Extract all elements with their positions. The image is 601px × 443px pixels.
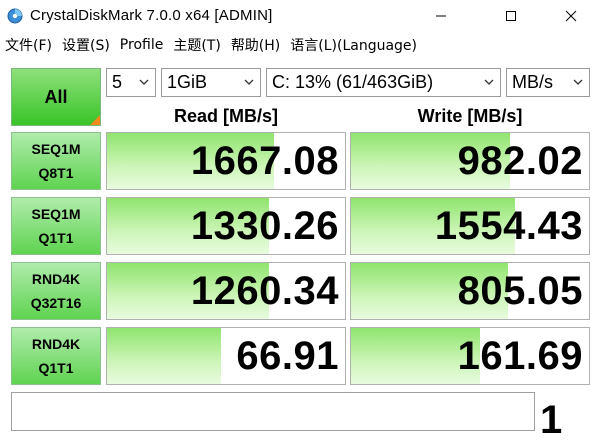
- read-result-rnd4k-q1t1: 66.91: [106, 327, 346, 385]
- test-button-seq1m-q8t1[interactable]: SEQ1M Q8T1: [11, 132, 101, 190]
- write-value: 982.02: [457, 139, 583, 183]
- test-params: Q1T1: [38, 360, 74, 376]
- write-result-rnd4k-q32t16: 805.05: [350, 262, 590, 320]
- benchmark-panel: All 5 1GiB C: 13% (61/463GiB) MB/s Read …: [0, 58, 601, 442]
- menu-file[interactable]: 文件(F): [0, 35, 57, 55]
- comment-input[interactable]: [11, 392, 535, 431]
- test-button-seq1m-q1t1[interactable]: SEQ1M Q1T1: [11, 197, 101, 255]
- maximize-button[interactable]: [488, 0, 534, 32]
- unit-value: MB/s: [512, 72, 554, 92]
- drive-value: C: 13% (61/463GiB): [272, 72, 434, 92]
- test-name: RND4K: [31, 271, 81, 287]
- menu-help[interactable]: 帮助(H): [226, 35, 285, 55]
- read-value: 1667.08: [190, 139, 339, 183]
- read-bar: [107, 328, 222, 384]
- read-result-rnd4k-q32t16: 1260.34: [106, 262, 346, 320]
- read-value: 1330.26: [190, 204, 339, 248]
- test-params: Q32T16: [30, 295, 82, 311]
- menu-bar: 文件(F) 设置(S) Profile 主题(T) 帮助(H) 语言(L)(La…: [0, 33, 601, 57]
- test-params: Q8T1: [38, 165, 74, 181]
- unit-select[interactable]: MB/s: [506, 68, 590, 97]
- window-title: CrystalDiskMark 7.0.0 x64 [ADMIN]: [30, 7, 273, 24]
- test-name: SEQ1M: [31, 141, 81, 157]
- close-icon: [565, 10, 577, 22]
- read-value: 1260.34: [190, 269, 339, 313]
- write-header: Write [MB/s]: [417, 106, 523, 126]
- read-value: 66.91: [236, 334, 339, 378]
- chevron-down-icon: [573, 79, 583, 85]
- menu-settings[interactable]: 设置(S): [57, 35, 115, 55]
- write-value: 161.69: [457, 334, 583, 378]
- test-name: SEQ1M: [31, 206, 81, 222]
- chevron-down-icon: [139, 79, 149, 85]
- write-result-seq1m-q1t1: 1554.43: [350, 197, 590, 255]
- test-button-rnd4k-q1t1[interactable]: RND4K Q1T1: [11, 327, 101, 385]
- test-button-rnd4k-q32t16[interactable]: RND4K Q32T16: [11, 262, 101, 320]
- corner-marker-icon: [90, 115, 100, 125]
- all-button[interactable]: All: [11, 68, 101, 126]
- close-button[interactable]: [548, 0, 594, 32]
- test-count-select[interactable]: 5: [106, 68, 156, 97]
- test-size-value: 1GiB: [167, 72, 208, 92]
- write-result-rnd4k-q1t1: 161.69: [350, 327, 590, 385]
- all-button-label: All: [44, 86, 68, 107]
- chevron-down-icon: [484, 79, 494, 85]
- write-result-seq1m-q8t1: 982.02: [350, 132, 590, 190]
- minimize-icon: [436, 15, 446, 17]
- write-value: 805.05: [457, 269, 583, 313]
- app-disk-icon: [7, 8, 23, 24]
- chevron-down-icon: [244, 79, 254, 85]
- menu-profile[interactable]: Profile: [115, 37, 169, 53]
- test-name: RND4K: [31, 336, 81, 352]
- partial-digit: 1: [540, 398, 563, 442]
- read-result-seq1m-q8t1: 1667.08: [106, 132, 346, 190]
- title-bar: CrystalDiskMark 7.0.0 x64 [ADMIN]: [0, 0, 601, 32]
- menu-theme[interactable]: 主题(T): [168, 35, 225, 55]
- read-result-seq1m-q1t1: 1330.26: [106, 197, 346, 255]
- test-params: Q1T1: [38, 230, 74, 246]
- write-value: 1554.43: [434, 204, 583, 248]
- test-size-select[interactable]: 1GiB: [161, 68, 261, 97]
- read-header: Read [MB/s]: [173, 106, 278, 126]
- test-count-value: 5: [112, 72, 123, 92]
- drive-select[interactable]: C: 13% (61/463GiB): [266, 68, 501, 97]
- minimize-button[interactable]: [418, 0, 464, 32]
- maximize-icon: [506, 11, 516, 21]
- menu-language[interactable]: 语言(L)(Language): [285, 35, 422, 55]
